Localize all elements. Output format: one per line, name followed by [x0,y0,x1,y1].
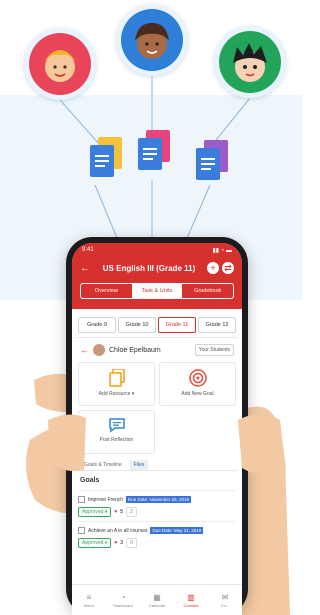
thumb-illustration [48,414,286,475]
